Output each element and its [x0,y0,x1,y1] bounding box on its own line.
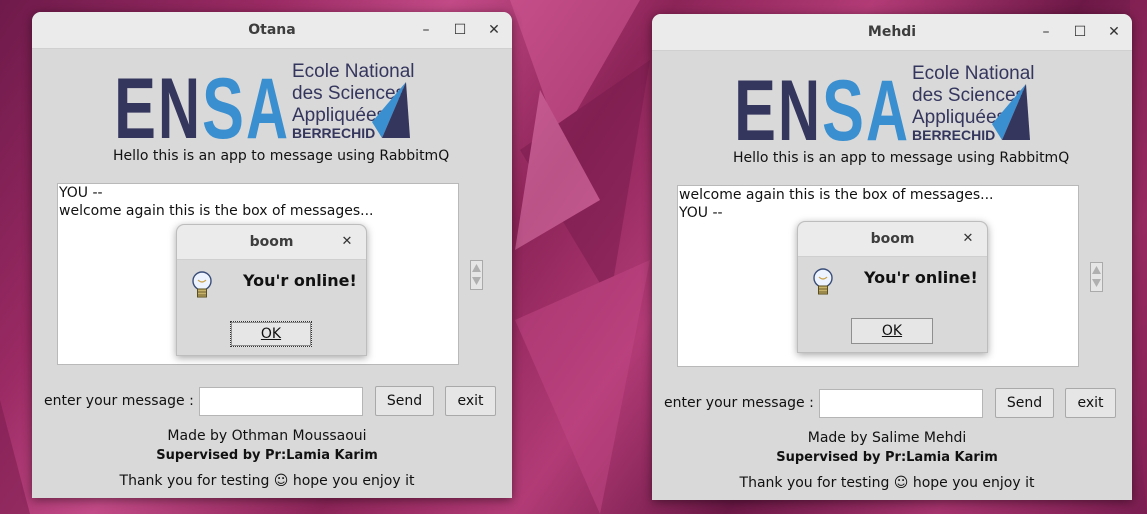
supervised-text: Supervised by Pr:Lamia Karim [156,448,378,463]
maximize-icon[interactable]: ☐ [451,21,469,39]
message-input-label: enter your message : [44,393,194,409]
online-dialog: boom ✕ You'r online! OK [176,224,367,356]
message-line: YOU -- [679,205,723,221]
app-description: Hello this is an app to message using Ra… [113,148,450,164]
scrollbar[interactable] [470,260,483,290]
svg-text:BERRECHID: BERRECHID [912,127,995,143]
logo-letter: N [158,61,200,144]
dialog-message: You'r online! [864,268,978,287]
minimize-icon[interactable]: – [417,21,435,39]
logo-letter: S [202,61,244,144]
online-dialog: boom ✕ You'r online! OK [797,221,988,353]
title-bar[interactable]: Otana – ☐ ✕ [32,12,512,49]
logo-letter: A [246,61,288,144]
ensa-logo: ASNE Ecole Nationale des Sciences Appliq… [114,61,414,144]
close-icon[interactable]: ✕ [338,233,356,251]
message-input-label: enter your message : [664,395,814,411]
message-input[interactable] [199,387,363,416]
message-input[interactable] [819,389,983,418]
thanks-text: Thank you for testing ☺ hope you enjoy i… [119,473,415,489]
supervised-text: Supervised by Pr:Lamia Karim [776,450,998,465]
svg-text:Ecole Nationale: Ecole Nationale [912,63,1034,84]
exit-button[interactable]: exit [1065,388,1116,418]
window-title: Otana [248,22,296,38]
message-line: welcome again this is the box of message… [59,203,374,219]
message-line: welcome again this is the box of message… [679,187,994,203]
window-title: Mehdi [867,24,917,40]
made-by-text: Made by Othman Moussaoui [167,428,367,444]
close-icon[interactable]: ✕ [959,230,977,248]
send-button[interactable]: Send [995,388,1054,418]
ok-button[interactable]: OK [851,318,933,344]
dialog-message: You'r online! [243,271,357,290]
minimize-icon[interactable]: – [1037,23,1055,41]
ok-label: OK [260,326,282,342]
app-description: Hello this is an app to message using Ra… [733,150,1070,166]
logo-letter: A [866,63,908,146]
title-bar[interactable]: Mehdi – ☐ ✕ [652,14,1132,51]
maximize-icon[interactable]: ☐ [1071,23,1089,41]
lightbulb-icon [813,268,833,295]
ok-label: OK [881,323,903,339]
message-line: YOU -- [59,185,103,201]
send-button[interactable]: Send [375,386,434,416]
lightbulb-icon [192,271,212,298]
svg-text:des Sciences: des Sciences [912,85,1025,106]
ensa-logo: ASNE Ecole Nationale des Sciences Appliq… [734,63,1034,146]
svg-text:Appliquées: Appliquées [912,107,1006,128]
svg-text:Appliquées: Appliquées [292,105,386,126]
logo-letter: E [114,61,156,144]
exit-button[interactable]: exit [445,386,496,416]
svg-text:BERRECHID: BERRECHID [292,125,375,141]
thanks-text: Thank you for testing ☺ hope you enjoy i… [739,475,1035,491]
close-icon[interactable]: ✕ [485,21,503,39]
close-icon[interactable]: ✕ [1105,23,1123,41]
svg-text:Ecole Nationale: Ecole Nationale [292,61,414,82]
logo-letter: S [822,63,864,146]
made-by-text: Made by Salime Mehdi [807,430,967,446]
svg-text:des Sciences: des Sciences [292,83,405,104]
logo-letter: E [734,63,776,146]
ok-button[interactable]: OK [230,321,312,347]
logo-letter: N [778,63,820,146]
scrollbar[interactable] [1090,262,1103,292]
